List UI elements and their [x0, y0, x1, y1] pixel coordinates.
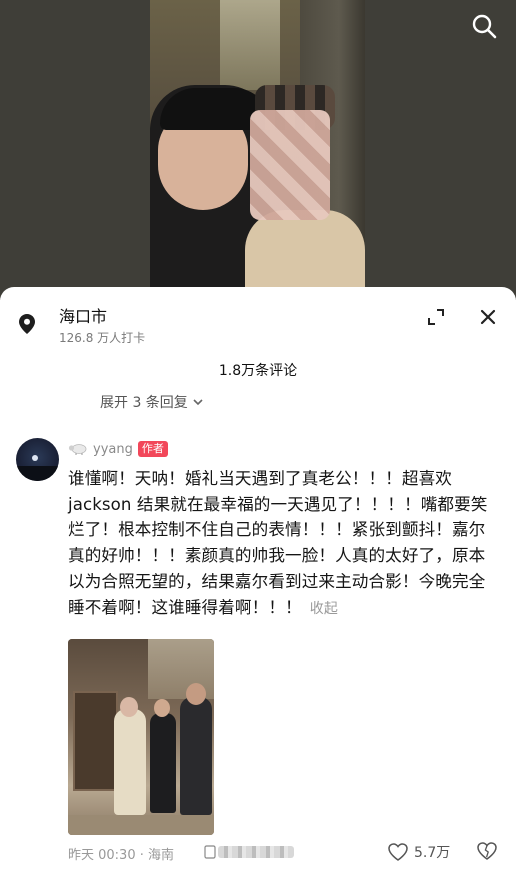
- video-area[interactable]: [0, 0, 516, 300]
- photo-bodyguard-head: [186, 683, 206, 705]
- expand-replies-link[interactable]: 展开 3 条回复: [100, 392, 204, 412]
- avatar-moon: [32, 455, 38, 461]
- broken-heart-icon: [477, 842, 497, 860]
- expand-replies-label: 展开 3 条回复: [100, 395, 188, 411]
- photo-man-head: [154, 699, 170, 717]
- photo-bride: [114, 709, 146, 815]
- close-icon: [480, 309, 496, 325]
- comment-count: 1.8万条评论: [218, 363, 298, 379]
- collapse-link[interactable]: 收起: [310, 601, 338, 617]
- close-button[interactable]: [476, 305, 500, 329]
- comment-body: 谁懂啊！天呐！婚礼当天遇到了真老公！！！超喜欢jackson 结果就在最幸福的一…: [68, 466, 500, 622]
- chevron-down-icon: [193, 399, 203, 406]
- comment-user-row: yyang 作者: [68, 441, 168, 457]
- comment-photo[interactable]: [68, 639, 214, 835]
- comment-text: 谁懂啊！天呐！婚礼当天遇到了真老公！！！超喜欢jackson 结果就在最幸福的一…: [68, 469, 488, 617]
- search-button[interactable]: [468, 10, 500, 42]
- blurred-text: [218, 846, 294, 858]
- search-icon: [472, 14, 497, 39]
- like-button[interactable]: 5.7万: [388, 842, 450, 862]
- photo-floor: [68, 815, 214, 835]
- avatar-ground: [16, 466, 59, 481]
- comment-sheet: 海口市 126.8 万人打卡 1.8万条评论 展开 3 条回复 yyang 作者…: [0, 287, 516, 869]
- comment-meta-row: 昨天 00:30 · 海南 5.7万: [68, 842, 508, 864]
- comment-username[interactable]: yyang: [93, 442, 133, 457]
- photo-door: [73, 691, 118, 791]
- location-title: 海口市: [59, 307, 108, 326]
- sheep-icon: [68, 444, 87, 455]
- author-badge: 作者: [137, 441, 168, 457]
- photo-man: [150, 713, 176, 813]
- heart-icon: [388, 843, 408, 861]
- location-checkins: 126.8 万人打卡: [59, 331, 146, 345]
- photo-bodyguard: [180, 697, 212, 815]
- comment-time-location: 昨天 00:30 · 海南: [68, 848, 174, 863]
- avatar[interactable]: [16, 438, 59, 481]
- photo-bride-head: [120, 697, 138, 717]
- photo-light: [220, 0, 280, 90]
- location-pin-icon: [19, 314, 35, 334]
- photo-woman-face-mosaic: [250, 110, 330, 220]
- reply-icon[interactable]: [204, 845, 216, 859]
- expand-icon: [428, 309, 444, 325]
- like-count: 5.7万: [414, 845, 451, 861]
- fullscreen-button[interactable]: [424, 305, 448, 329]
- dislike-button[interactable]: [477, 842, 497, 862]
- video-photo: [150, 0, 365, 300]
